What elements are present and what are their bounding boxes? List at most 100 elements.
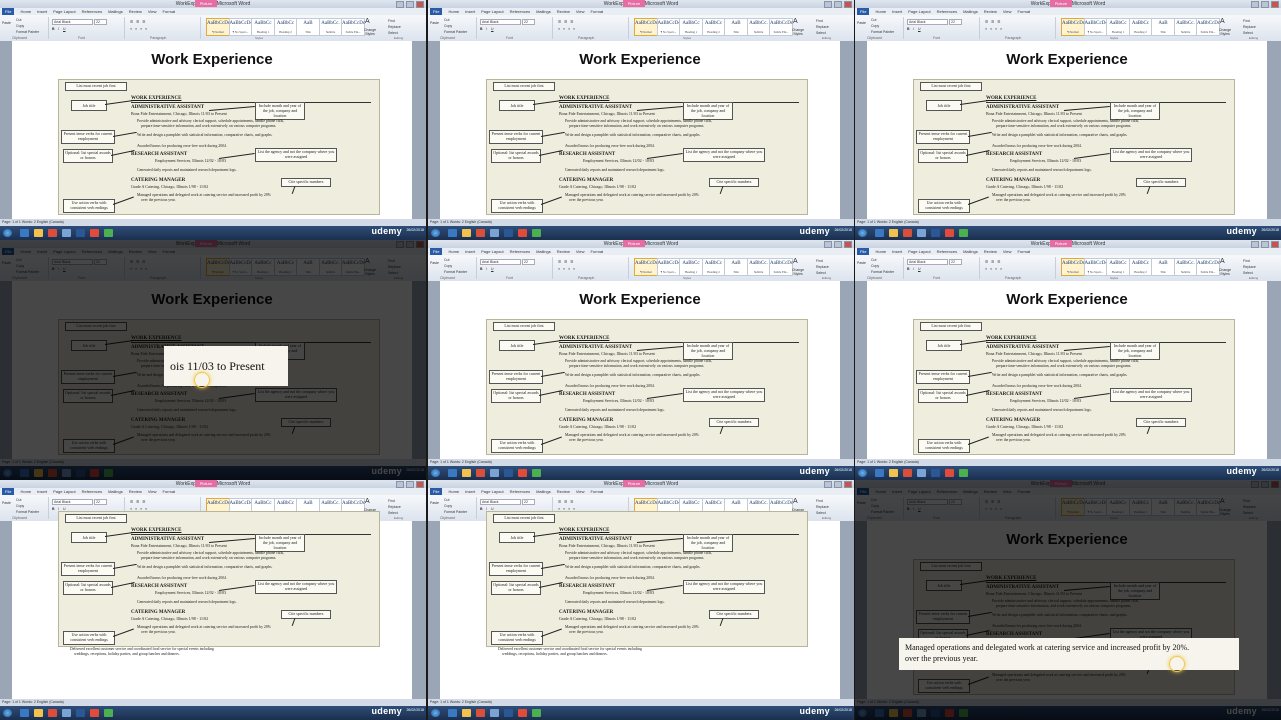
menu-mailings[interactable]: Mailings [108,8,123,15]
maximize-icon[interactable] [834,1,842,8]
align-buttons[interactable]: ≡ ≡ ≡ ≡ [985,27,1003,31]
bold-button[interactable]: B [480,507,483,511]
ie-icon[interactable] [20,229,29,237]
start-icon[interactable] [431,709,440,717]
change-styles-button[interactable]: Change Styles [1215,28,1235,36]
find-button[interactable]: Find [388,19,395,23]
media-icon[interactable] [48,229,57,237]
folder-icon[interactable] [34,709,43,717]
chrome-icon[interactable] [532,709,541,717]
font-name-select[interactable]: Arial Black [907,259,948,265]
cut-button[interactable]: Cut [871,18,876,22]
word-icon[interactable] [76,709,85,717]
maximize-icon[interactable] [1261,1,1269,8]
menu-references[interactable]: References [937,248,957,255]
app-icon[interactable] [490,709,499,717]
close-icon[interactable] [416,481,424,488]
format-painter-button[interactable]: Format Painter [444,270,467,274]
menu-format[interactable]: Format [1017,248,1030,255]
menu-format[interactable]: Format [590,8,603,15]
folder-icon[interactable] [889,229,898,237]
menu-mailings[interactable]: Mailings [536,248,551,255]
ie-icon[interactable] [20,709,29,717]
font-name-select[interactable]: Arial Black [480,499,521,505]
menu-view[interactable]: View [1003,8,1012,15]
document-page[interactable]: Work Experience List most recent job fir… [440,511,840,699]
bold-button[interactable]: B [480,27,483,31]
underline-button[interactable]: U [918,267,921,271]
style-box-6[interactable]: AaBbCc. Subtitle [746,18,771,36]
style-box-3[interactable]: AaBbCc Heading 1 [1106,258,1130,276]
menu-format[interactable]: Format [590,248,603,255]
close-icon[interactable] [1271,241,1279,248]
start-icon[interactable] [431,229,440,237]
menu-insert[interactable]: Insert [892,8,902,15]
close-icon[interactable] [844,1,852,8]
style-box-3[interactable]: AaBbCc Heading 1 [679,18,703,36]
ie-icon[interactable] [875,469,884,477]
italic-button[interactable]: I [58,27,59,31]
menu-references[interactable]: References [82,8,102,15]
context-tab[interactable]: Picture Tools [195,480,217,493]
ie-icon[interactable] [448,709,457,717]
menu-home[interactable]: Home [875,248,886,255]
menu-review[interactable]: Review [129,8,142,15]
select-button[interactable]: Select [816,31,826,35]
change-styles-button[interactable]: Change Styles [788,28,808,36]
style-box-4[interactable]: AaBbCc Heading 2 [1128,18,1153,36]
start-icon[interactable] [858,229,867,237]
replace-button[interactable]: Replace [1243,265,1256,269]
font-name-select[interactable]: Arial Black [480,259,521,265]
font-size-select[interactable]: 22 [949,259,962,265]
style-box-5[interactable]: AaB Title [1151,18,1175,36]
cut-button[interactable]: Cut [444,258,449,262]
minimize-icon[interactable] [824,241,832,248]
menu-page-layout[interactable]: Page Layout [481,248,503,255]
cut-button[interactable]: Cut [871,258,876,262]
word-icon[interactable] [931,229,940,237]
align-buttons[interactable]: ≡ ≡ ≡ ≡ [558,267,576,271]
ie-icon[interactable] [448,469,457,477]
document-page[interactable]: Work Experience List most recent job fir… [867,41,1267,219]
copy-button[interactable]: Copy [444,264,452,268]
menu-page-layout[interactable]: Page Layout [908,248,930,255]
find-button[interactable]: Find [388,499,395,503]
change-styles-icon[interactable]: A [1220,18,1225,25]
context-tab[interactable]: Picture Tools [623,240,645,253]
paste-button[interactable]: Paste [857,21,866,25]
media-icon[interactable] [903,229,912,237]
menu-view[interactable]: View [576,488,585,495]
menu-home[interactable]: Home [20,488,31,495]
word-icon[interactable] [76,229,85,237]
change-styles-icon[interactable]: A [1220,258,1225,265]
menu-review[interactable]: Review [557,8,570,15]
menu-format[interactable]: Format [162,8,175,15]
chrome-icon[interactable] [532,229,541,237]
menu-home[interactable]: Home [448,248,459,255]
select-button[interactable]: Select [388,31,398,35]
format-painter-button[interactable]: Format Painter [871,270,894,274]
bold-button[interactable]: B [907,267,910,271]
ppt-icon[interactable] [90,229,99,237]
word-icon[interactable] [504,229,513,237]
style-box-4[interactable]: AaBbCc Heading 2 [701,18,726,36]
menu-file[interactable]: File [2,488,15,495]
bold-button[interactable]: B [480,267,483,271]
menu-format[interactable]: Format [162,488,175,495]
change-styles-icon[interactable]: A [365,498,370,505]
font-name-select[interactable]: Arial Black [52,499,93,505]
style-box-6[interactable]: AaBbCc. Subtitle [1173,258,1198,276]
media-icon[interactable] [476,709,485,717]
menu-insert[interactable]: Insert [37,488,47,495]
style-box-5[interactable]: AaB Title [724,258,748,276]
menu-review[interactable]: Review [984,248,997,255]
style-box-6[interactable]: AaBbCc. Subtitle [1173,18,1198,36]
menu-references[interactable]: References [937,8,957,15]
replace-button[interactable]: Replace [816,265,829,269]
style-box-6[interactable]: AaBbCc. Subtitle [746,258,771,276]
replace-button[interactable]: Replace [388,505,401,509]
replace-button[interactable]: Replace [388,25,401,29]
font-size-select[interactable]: 22 [94,19,107,25]
menu-home[interactable]: Home [448,488,459,495]
style-box-1[interactable]: AaBbCcDc ¶ Normal [1061,258,1085,276]
